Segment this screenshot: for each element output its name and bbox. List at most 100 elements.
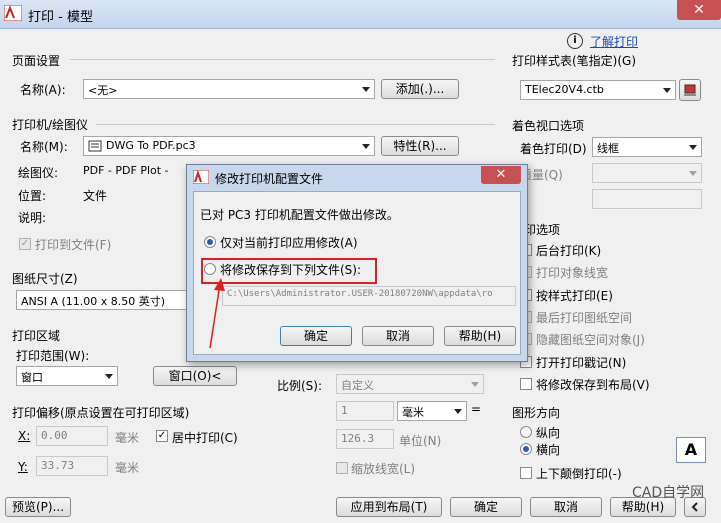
paper-size-select[interactable]: ANSI A (11.00 x 8.50 英寸) — [16, 290, 188, 310]
option-paperspace-last-label: 最后打印图纸空间 — [536, 311, 633, 325]
chevron-left-icon — [691, 502, 698, 512]
window-pick-button[interactable]: 窗口(O)< — [153, 366, 237, 386]
ok-button[interactable]: 确定 — [450, 497, 522, 517]
orientation-heading: 图形方向 — [512, 406, 561, 420]
plot-style-heading: 打印样式表(笔指定)(G) — [512, 54, 637, 68]
orientation-preview-icon: A — [676, 437, 706, 463]
shade-plot-label: 着色打印(D) — [520, 142, 587, 156]
plotter-value: PDF - PDF Plot - — [83, 164, 169, 177]
center-plot-label: 居中打印(C) — [172, 431, 238, 445]
dialog-ok-button[interactable]: 确定 — [280, 326, 352, 346]
apply-current-label: 仅对当前打印应用修改(A) — [220, 236, 358, 250]
dialog-body: 已对 PC3 打印机配置文件做出修改。 仅对当前打印应用修改(A) 将修改保存到… — [193, 191, 521, 355]
scale-unit-select[interactable]: 毫米 — [397, 401, 467, 421]
offset-x-unit: 毫米 — [115, 431, 140, 445]
printer-name-label: 名称(M): — [20, 140, 68, 154]
upside-down-checkbox[interactable] — [520, 467, 532, 479]
chevron-down-icon — [471, 382, 479, 387]
save-path-input[interactable]: C:\Users\Administrator.USER-20180720NW\a… — [222, 286, 516, 306]
option-styles-label: 按样式打印(E) — [536, 289, 613, 303]
chevron-down-icon — [663, 88, 671, 93]
chevron-down-icon — [105, 374, 113, 379]
plotter-label: 绘图仪: — [18, 166, 59, 180]
portrait-radio[interactable] — [520, 426, 532, 438]
page-setup-name-label: 名称(A): — [20, 83, 66, 97]
option-hide-objects-label: 隐藏图纸空间对象(J) — [536, 333, 645, 347]
scale-units-label: 单位(N) — [399, 434, 442, 448]
scale-select[interactable]: 自定义 — [336, 374, 484, 394]
divider — [96, 124, 495, 125]
offset-x-input[interactable]: 0.00 — [36, 426, 108, 446]
paper-size-heading: 图纸尺寸(Z) — [12, 272, 78, 286]
print-to-file-label: 打印到文件(F) — [35, 238, 112, 252]
cancel-button[interactable]: 取消 — [530, 497, 602, 517]
chevron-down-icon — [689, 171, 697, 176]
offset-y-label: Y: — [18, 460, 28, 474]
shade-plot-select[interactable]: 线框 — [592, 137, 702, 157]
chevron-down-icon — [362, 87, 370, 92]
shaded-viewport-heading: 着色视口选项 — [512, 119, 585, 133]
dialog-close-button[interactable]: ✕ — [481, 166, 521, 184]
option-save-layout-label: 将修改保存到布局(V) — [536, 378, 650, 392]
location-label: 位置: — [18, 189, 47, 203]
offset-y-input[interactable]: 33.73 — [36, 456, 108, 476]
plotter-icon — [88, 140, 102, 152]
preview-button[interactable]: 预览(P)... — [5, 497, 71, 517]
learn-print-link[interactable]: 了解打印 — [590, 33, 638, 50]
scale-lineweights-label: 缩放线宽(L) — [351, 462, 416, 476]
page-setup-name-select[interactable]: <无> — [83, 79, 375, 99]
printer-name-select[interactable]: DWG To PDF.pc3 — [83, 136, 375, 156]
dialog-help-button[interactable]: 帮助(H) — [444, 326, 516, 346]
plot-style-select[interactable]: TElec20V4.ctb — [520, 80, 676, 100]
print-to-file-checkbox[interactable]: ✓ — [19, 238, 31, 250]
quality-select[interactable] — [592, 163, 702, 183]
save-to-file-radio[interactable] — [204, 263, 216, 275]
center-plot-checkbox[interactable]: ✓ — [156, 430, 168, 442]
edit-style-button[interactable] — [679, 79, 701, 101]
watermark-text: CAD自学网 — [632, 485, 705, 501]
title-bar: 打印 - 模型 ✕ — [0, 0, 721, 29]
portrait-label: 纵向 — [536, 426, 561, 440]
dialog-title: 修改打印机配置文件 — [215, 172, 324, 186]
edit-style-icon — [684, 84, 696, 96]
apply-current-radio[interactable] — [204, 236, 216, 248]
description-label: 说明: — [18, 211, 47, 225]
close-button[interactable]: ✕ — [677, 0, 721, 20]
option-save-layout-checkbox[interactable] — [520, 378, 532, 390]
info-icon[interactable]: i — [567, 33, 583, 49]
dialog-message: 已对 PC3 打印机配置文件做出修改。 — [200, 208, 399, 222]
scale-lineweights-checkbox[interactable] — [336, 462, 348, 474]
annotation-arrow — [209, 278, 225, 349]
plot-offset-heading: 打印偏移(原点设置在可打印区域) — [12, 406, 190, 420]
autocad-icon — [193, 170, 209, 184]
option-background-label: 后台打印(K) — [536, 244, 602, 258]
autocad-icon — [4, 5, 22, 21]
plot-range-select[interactable]: 窗口 — [16, 366, 118, 386]
plot-area-heading: 打印区域 — [12, 329, 61, 343]
landscape-radio[interactable] — [520, 443, 532, 455]
scale-value-input[interactable]: 1 — [336, 401, 394, 421]
scale-units-input[interactable]: 126.3 — [336, 429, 394, 449]
option-stamp-label: 打开打印戳记(N) — [536, 356, 627, 370]
scale-equals: = — [471, 402, 482, 416]
printer-properties-button[interactable]: 特性(R)... — [381, 136, 459, 156]
chevron-down-icon — [362, 144, 370, 149]
apply-to-layout-button[interactable]: 应用到布局(T) — [336, 497, 442, 517]
offset-y-unit: 毫米 — [115, 461, 140, 475]
divider — [70, 59, 495, 60]
dialog-cancel-button[interactable]: 取消 — [362, 326, 434, 346]
plot-range-label: 打印范围(W): — [16, 349, 90, 363]
chevron-down-icon — [454, 409, 462, 414]
printer-heading: 打印机/绘图仪 — [12, 118, 89, 132]
save-to-file-label: 将修改保存到下列文件(S): — [220, 263, 362, 277]
offset-x-label: X: — [18, 429, 31, 443]
landscape-label: 横向 — [536, 443, 561, 457]
dpi-input[interactable] — [592, 189, 702, 209]
add-page-setup-button[interactable]: 添加(.)... — [381, 79, 459, 99]
window-title: 打印 - 模型 — [28, 10, 93, 25]
location-value: 文件 — [83, 189, 108, 203]
page-setup-heading: 页面设置 — [12, 54, 61, 68]
scale-label: 比例(S): — [277, 379, 323, 393]
option-lineweights-label: 打印对象线宽 — [536, 266, 609, 280]
upside-down-label: 上下颠倒打印(-) — [536, 467, 622, 481]
